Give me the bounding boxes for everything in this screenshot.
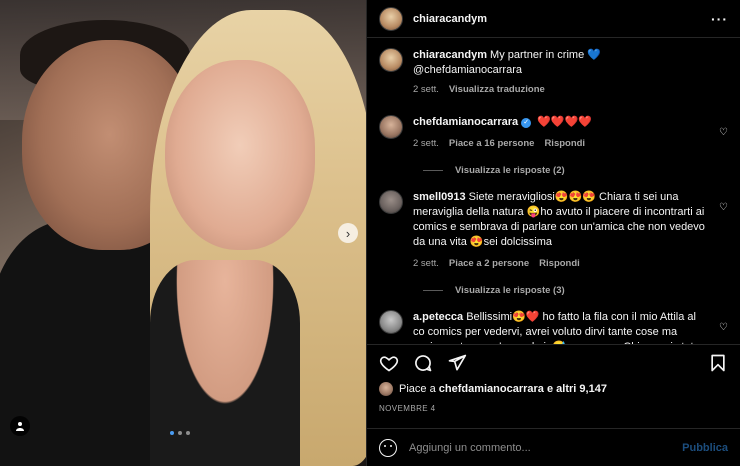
liker-username[interactable]: chefdamianocarrara [439, 383, 544, 395]
view-replies[interactable]: Visualizza le risposte (3) [423, 285, 728, 296]
comment-text: ❤️❤️❤️❤️ [537, 116, 593, 128]
view-replies-label[interactable]: Visualizza le risposte (2) [455, 165, 565, 176]
translate-link[interactable]: Visualizza traduzione [449, 82, 545, 97]
post-date[interactable]: NOVEMBRE 4 [379, 404, 435, 413]
likes-others[interactable]: e altri 9,147 [547, 383, 607, 395]
caption-avatar[interactable] [379, 48, 403, 72]
comment-time[interactable]: 2 sett. [413, 256, 439, 271]
comment-icon[interactable] [413, 353, 433, 373]
heart-icon[interactable] [379, 353, 399, 373]
photo-woman-face [165, 60, 315, 250]
reply-button[interactable]: Rispondi [544, 136, 585, 151]
emoji-icon[interactable] [379, 438, 397, 457]
comment-avatar[interactable] [379, 190, 403, 214]
carousel-dot [178, 431, 182, 435]
view-replies-label[interactable]: Visualizza le risposte (3) [455, 285, 565, 296]
post-actions [367, 344, 740, 380]
comment-username[interactable]: a.petecca [413, 311, 463, 323]
post-sidebar: chiaracandym ··· chiaracandym My partner… [366, 0, 740, 466]
author-avatar[interactable] [379, 6, 403, 31]
comment-avatar[interactable] [379, 115, 403, 139]
comment-likes[interactable]: Piace a 16 persone [449, 136, 535, 151]
caption-time[interactable]: 2 sett. [413, 82, 439, 97]
comment-likes[interactable]: Piace a 2 persone [449, 256, 529, 271]
verified-badge-icon: ✓ [521, 118, 532, 128]
more-horizontal-icon[interactable]: ··· [711, 11, 728, 27]
add-comment-bar: Pubblica [367, 428, 740, 466]
user-tag-icon[interactable] [10, 416, 30, 436]
share-icon[interactable] [447, 353, 467, 373]
comment-time[interactable]: 2 sett. [413, 136, 439, 151]
reply-button[interactable]: Rispondi [539, 256, 580, 271]
chevron-right-icon[interactable]: › [338, 223, 358, 243]
comment-input[interactable] [409, 441, 683, 454]
liker-avatar [379, 382, 393, 396]
comments-list: chiaracandym My partner in crime 💙 @chef… [367, 38, 740, 344]
replies-divider [423, 170, 443, 171]
post-photo[interactable]: › [0, 0, 366, 466]
comment-username[interactable]: smell0913 [413, 191, 466, 203]
likes-prefix: Piace a [399, 383, 436, 395]
post-header: chiaracandym ··· [367, 0, 740, 38]
like-comment-heart-icon[interactable]: ♡ [719, 322, 728, 333]
likes-summary[interactable]: Piace a chefdamianocarrara e altri 9,147 [379, 382, 728, 396]
comment-username[interactable]: chefdamianocarrara [413, 116, 518, 128]
carousel-dot [186, 431, 190, 435]
like-comment-heart-icon[interactable]: ♡ [719, 202, 728, 213]
bookmark-icon[interactable] [708, 353, 728, 373]
post-viewer: › chiaracandym ··· chiaracandym My partn… [0, 0, 740, 466]
carousel-dot-active [170, 431, 174, 435]
caption: chiaracandym My partner in crime 💙 @chef… [379, 48, 728, 97]
carousel-dots [170, 431, 190, 435]
comment-avatar[interactable] [379, 310, 403, 334]
author-username[interactable]: chiaracandym [413, 13, 487, 25]
comment: chefdamianocarrara ✓ ❤️❤️❤️❤️ 2 sett. Pia… [379, 115, 728, 151]
replies-divider [423, 290, 443, 291]
view-replies[interactable]: Visualizza le risposte (2) [423, 165, 728, 176]
comment: smell0913 Siete meravigliosi😍😍😍 Chiara t… [379, 190, 728, 271]
post-comment-button[interactable]: Pubblica [682, 442, 728, 454]
caption-username[interactable]: chiaracandym [413, 49, 487, 61]
photo-woman-body [150, 260, 300, 466]
like-comment-heart-icon[interactable]: ♡ [719, 127, 728, 138]
comment: a.petecca Bellissimi😍❤️ ho fatto la fila… [379, 310, 728, 344]
